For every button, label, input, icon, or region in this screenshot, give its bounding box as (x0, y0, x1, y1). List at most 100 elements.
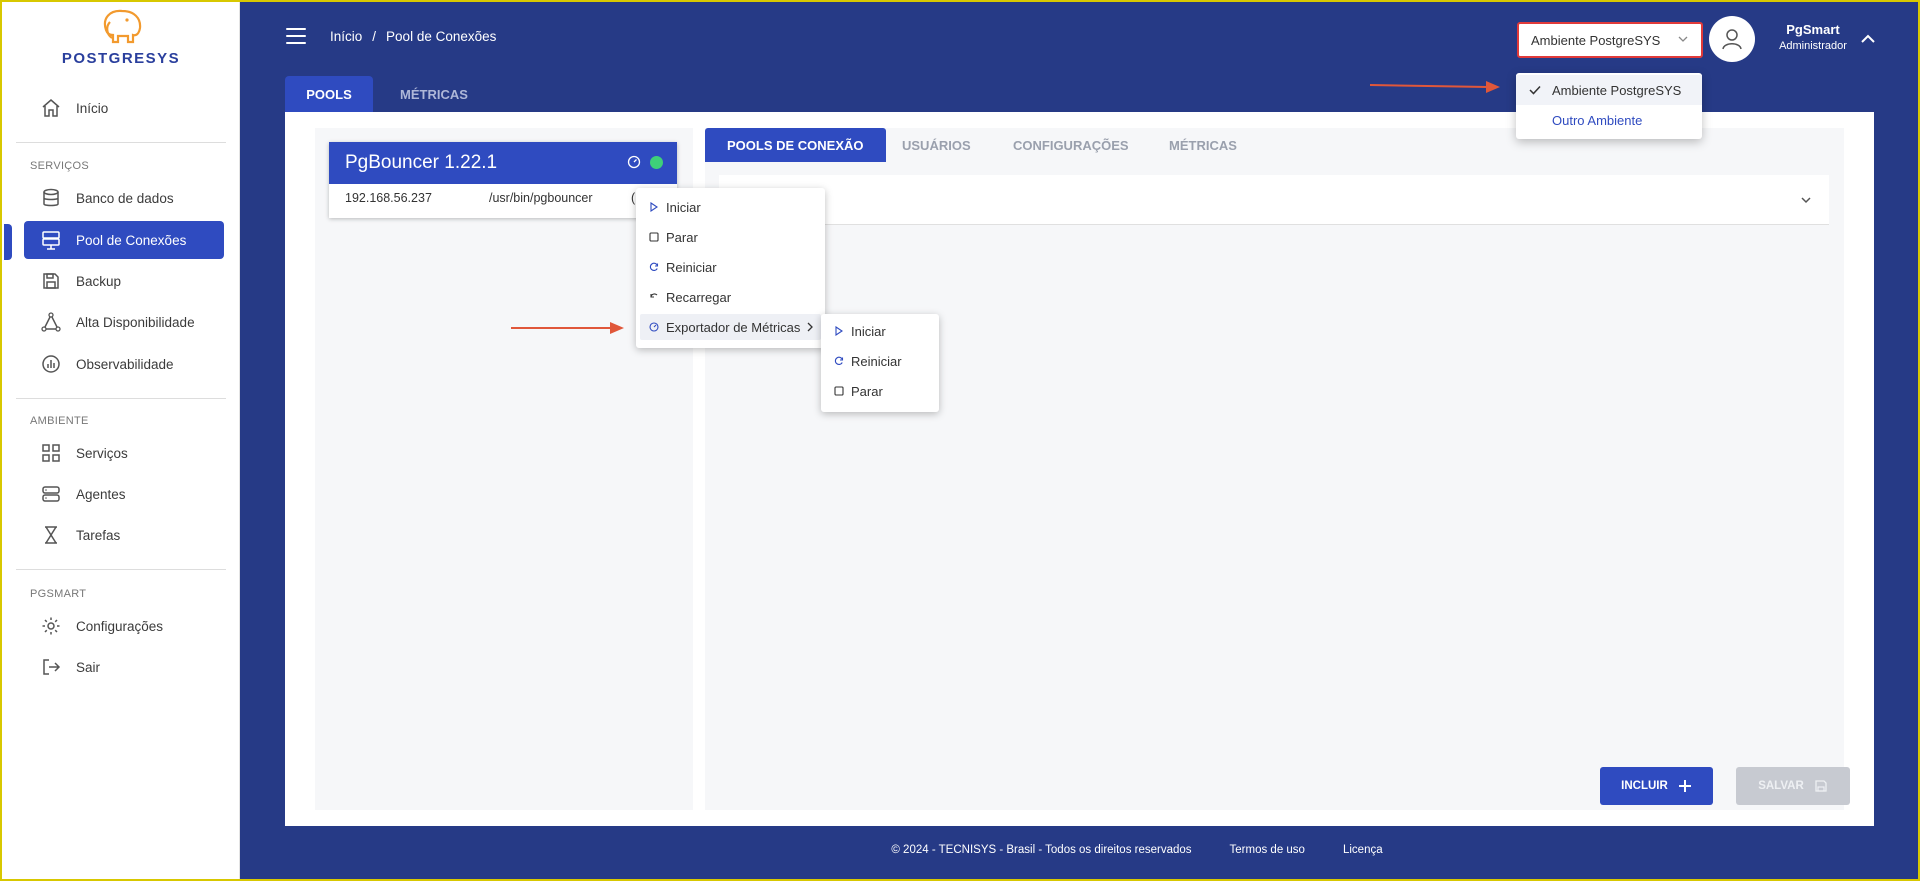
gear-icon (40, 615, 62, 637)
logout-icon (40, 656, 62, 678)
pool-details-panel: POOLS DE CONEXÃO USUÁRIOS CONFIGURAÇÕES … (705, 128, 1850, 810)
divider (16, 569, 226, 570)
sidebar-item-alta-disponibilidade[interactable]: Alta Disponibilidade (24, 303, 224, 341)
menu-item-label: Exportador de Métricas (666, 319, 801, 335)
gauge-icon[interactable] (627, 155, 641, 169)
sidebar-item-agentes[interactable]: Agentes (24, 475, 224, 513)
annotation-arrow-icon (511, 322, 624, 334)
pool-truncated-text: ( (631, 191, 636, 205)
metrics-exporter-submenu: Iniciar Reiniciar Parar (821, 314, 939, 412)
sidebar-item-label: Alta Disponibilidade (76, 314, 195, 330)
sidebar-item-pool-de-conexoes[interactable]: Pool de Conexões (24, 221, 224, 259)
menu-item-recarregar[interactable]: Recarregar (640, 284, 821, 310)
submenu-item-label: Parar (851, 383, 883, 399)
section-label-servicos: SERVIÇOS (30, 160, 90, 172)
sidebar-item-label: Backup (76, 273, 122, 289)
annotation-arrow-icon (1369, 81, 1500, 93)
pool-card[interactable]: PgBouncer 1.22.1 192.168.56.237 /usr/bin… (329, 142, 677, 218)
submenu-item-label: Iniciar (851, 323, 886, 339)
environment-dropdown: Ambiente PostgreSYS Outro Ambiente (1516, 73, 1702, 139)
postgresys-logo: POSTGRESYS (38, 8, 204, 70)
sidebar-item-label: Início (76, 100, 109, 116)
sidebar-item-banco-de-dados[interactable]: Banco de dados (24, 179, 224, 217)
tab-configuracoes[interactable]: CONFIGURAÇÕES (1013, 128, 1129, 162)
environment-option-postgresys[interactable]: Ambiente PostgreSYS (1516, 75, 1702, 105)
status-indicator (650, 156, 663, 169)
menu-item-label: Reiniciar (666, 259, 717, 275)
submenu-item-iniciar[interactable]: Iniciar (825, 318, 935, 344)
grid-icon (40, 442, 62, 464)
menu-item-exportador-de-metricas[interactable]: Exportador de Métricas (640, 314, 821, 340)
tab-pools-de-conexao[interactable]: POOLS DE CONEXÃO (705, 128, 886, 162)
sidebar-item-observabilidade[interactable]: Observabilidade (24, 345, 224, 383)
menu-item-parar[interactable]: Parar (640, 224, 821, 250)
agents-icon (40, 483, 62, 505)
pool-context-menu: Iniciar Parar Reiniciar Recarregar Expor… (636, 188, 825, 348)
chevron-up-icon[interactable] (1858, 29, 1878, 49)
tab-pools[interactable]: POOLS (285, 76, 373, 112)
sidebar-item-backup[interactable]: Backup (24, 262, 224, 300)
sidebar-item-label: Banco de dados (76, 190, 174, 206)
user-role: Administrador (1779, 40, 1847, 52)
incluir-label: INCLUIR (1621, 780, 1668, 792)
footer-license-link[interactable]: Licença (1343, 844, 1383, 856)
menu-item-iniciar[interactable]: Iniciar (640, 194, 821, 220)
divider (16, 398, 226, 399)
refresh-icon (648, 261, 660, 273)
pool-card-header: PgBouncer 1.22.1 (329, 142, 677, 184)
gauge-icon (648, 321, 660, 333)
stop-icon (833, 385, 845, 397)
environment-select[interactable]: Ambiente PostgreSYS (1517, 22, 1703, 58)
environment-option-outro[interactable]: Outro Ambiente (1516, 105, 1702, 135)
pool-path: /usr/bin/pgbouncer (489, 191, 593, 205)
section-label-ambiente: AMBIENTE (30, 415, 89, 427)
salvar-label: SALVAR (1758, 780, 1804, 792)
content-card: PgBouncer 1.22.1 192.168.56.237 /usr/bin… (285, 112, 1874, 826)
sidebar: POSTGRESYS Início SERVIÇOS Banco de dado… (2, 2, 240, 879)
section-label-pgsmart: PGSMART (30, 588, 87, 600)
menu-item-reiniciar[interactable]: Reiniciar (640, 254, 821, 280)
user-icon (1722, 29, 1742, 50)
save-icon (40, 270, 62, 292)
incluir-button[interactable]: INCLUIR (1600, 767, 1713, 805)
breadcrumb-current: Pool de Conexões (386, 29, 497, 44)
breadcrumb: Início / Pool de Conexões (330, 29, 496, 44)
menu-item-label: Recarregar (666, 289, 732, 305)
reload-icon (648, 291, 660, 303)
environment-option-label: Ambiente PostgreSYS (1552, 82, 1682, 98)
sidebar-item-servicos[interactable]: Serviços (24, 434, 224, 472)
sidebar-item-label: Sair (76, 659, 101, 675)
sidebar-item-label: Observabilidade (76, 356, 174, 372)
check-icon (1529, 85, 1541, 95)
plus-icon (1678, 780, 1691, 792)
sidebar-item-tarefas[interactable]: Tarefas (24, 516, 224, 554)
sidebar-item-inicio[interactable]: Início (24, 89, 224, 127)
triangle-nodes-icon (40, 311, 62, 333)
sidebar-item-configuracoes[interactable]: Configurações (24, 607, 224, 645)
play-icon (648, 201, 660, 213)
chevron-down-icon (1678, 36, 1688, 42)
submenu-item-parar[interactable]: Parar (825, 378, 935, 404)
breadcrumb-home[interactable]: Início (330, 29, 362, 44)
user-name: PgSmart (1786, 22, 1840, 37)
salvar-button[interactable]: SALVAR (1736, 767, 1850, 805)
home-icon (40, 97, 62, 119)
sidebar-item-sair[interactable]: Sair (24, 648, 224, 686)
elephant-logo-icon (103, 9, 142, 44)
footer-terms-link[interactable]: Termos de uso (1230, 844, 1305, 856)
avatar[interactable] (1709, 16, 1755, 62)
footer-copyright: © 2024 - TECNISYS - Brasil - Todos os di… (891, 844, 1192, 856)
chevron-right-icon (807, 322, 814, 332)
menu-item-label: Parar (666, 229, 698, 245)
accordion-header[interactable] (719, 175, 1829, 225)
footer: © 2024 - TECNISYS - Brasil - Todos os di… (240, 844, 1918, 856)
menu-toggle-icon[interactable] (286, 28, 306, 44)
sidebar-item-label: Pool de Conexões (76, 232, 187, 248)
refresh-icon (833, 355, 845, 367)
breadcrumb-separator: / (372, 29, 377, 44)
tab-metricas-detail[interactable]: MÉTRICAS (1169, 128, 1237, 162)
tab-metricas[interactable]: MÉTRICAS (386, 76, 482, 112)
submenu-item-reiniciar[interactable]: Reiniciar (825, 348, 935, 374)
active-indicator (4, 224, 12, 260)
tab-usuarios[interactable]: USUÁRIOS (902, 128, 971, 162)
